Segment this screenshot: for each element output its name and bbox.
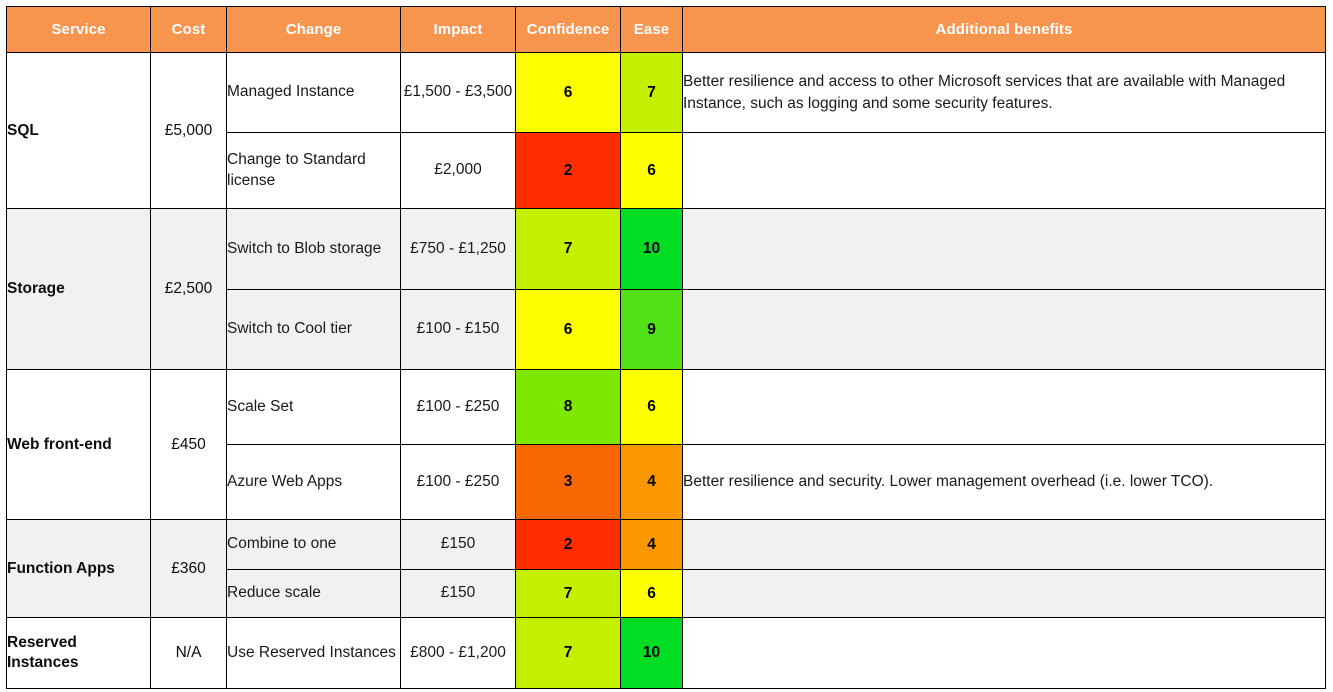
table-header-row: Service Cost Change Impact Confidence Ea… [6,6,1326,53]
cell-impact: £100 - £250 [400,444,516,520]
cell-service: SQL [6,52,151,209]
cell-additional-benefits: Better resilience and access to other Mi… [682,52,1326,133]
cell-service: Web front-end [6,369,151,520]
cell-ease-score: 6 [620,132,683,209]
cell-ease-score: 6 [620,369,683,445]
cell-ease-score: 10 [620,617,683,689]
cell-service: Storage [6,208,151,370]
cell-change: Switch to Blob storage [226,208,401,290]
cell-additional-benefits [682,617,1326,689]
cell-service: Reserved Instances [6,617,151,689]
cell-confidence-score: 6 [515,52,621,133]
cell-ease-score: 10 [620,208,683,290]
cell-ease-score: 4 [620,519,683,570]
cell-change: Use Reserved Instances [226,617,401,689]
cell-additional-benefits [682,369,1326,445]
cell-impact: £1,500 - £3,500 [400,52,516,133]
column-header-confidence: Confidence [515,6,621,53]
table-row: Function Apps £360 Combine to one £150 2 4 [6,519,1326,618]
cell-additional-benefits [682,519,1326,570]
cell-change: Azure Web Apps [226,444,401,520]
cell-impact: £150 [400,519,516,570]
cell-cost: £5,000 [150,52,227,209]
cell-confidence-score: 7 [515,569,621,618]
cell-additional-benefits [682,132,1326,209]
cell-change: Change to Standard license [226,132,401,209]
cell-additional-benefits: Better resilience and security. Lower ma… [682,444,1326,520]
cell-change: Managed Instance [226,52,401,133]
cell-cost: £450 [150,369,227,520]
cell-service: Function Apps [6,519,151,618]
column-header-change: Change [226,6,401,53]
cell-confidence-score: 2 [515,519,621,570]
cell-ease-score: 4 [620,444,683,520]
table-row: SQL £5,000 Managed Instance £1,500 - £3,500… [6,52,1326,209]
cell-cost: £2,500 [150,208,227,370]
cell-additional-benefits [682,208,1326,290]
cell-change: Scale Set [226,369,401,445]
cell-confidence-score: 6 [515,289,621,370]
cell-impact: £2,000 [400,132,516,209]
cell-cost: £360 [150,519,227,618]
cell-ease-score: 7 [620,52,683,133]
column-header-ease: Ease [620,6,683,53]
cell-impact: £150 [400,569,516,618]
table-row: Reserved Instances N/A Use Reserved Instan… [6,617,1326,689]
cell-additional-benefits [682,289,1326,370]
table-row: Web front-end £450 Scale Set £100 - £250 8 6 [6,369,1326,520]
column-header-impact: Impact [400,6,516,53]
cell-cost: N/A [150,617,227,689]
column-header-service: Service [6,6,151,53]
table-row: Storage £2,500 Switch to Blob storage £750 … [6,208,1326,370]
cell-confidence-score: 7 [515,617,621,689]
cell-impact: £100 - £150 [400,289,516,370]
table-container: Service Cost Change Impact Confidence Ea… [0,0,1333,689]
cell-change: Reduce scale [226,569,401,618]
table-header: Service Cost Change Impact Confidence Ea… [6,6,1326,53]
cell-ease-score: 9 [620,289,683,370]
cell-additional-benefits [682,569,1326,618]
cell-impact: £750 - £1,250 [400,208,516,290]
table-body: SQL £5,000 Managed Instance £1,500 - £3,500… [6,52,1326,689]
cell-ease-score: 6 [620,569,683,618]
cell-confidence-score: 8 [515,369,621,445]
cell-change: Combine to one [226,519,401,570]
cell-confidence-score: 7 [515,208,621,290]
column-header-benefits: Additional benefits [682,6,1326,53]
service-optimisation-table: Service Cost Change Impact Confidence Ea… [6,6,1326,689]
cell-change: Switch to Cool tier [226,289,401,370]
column-header-cost: Cost [150,6,227,53]
cell-impact: £800 - £1,200 [400,617,516,689]
cell-confidence-score: 2 [515,132,621,209]
cell-impact: £100 - £250 [400,369,516,445]
cell-confidence-score: 3 [515,444,621,520]
